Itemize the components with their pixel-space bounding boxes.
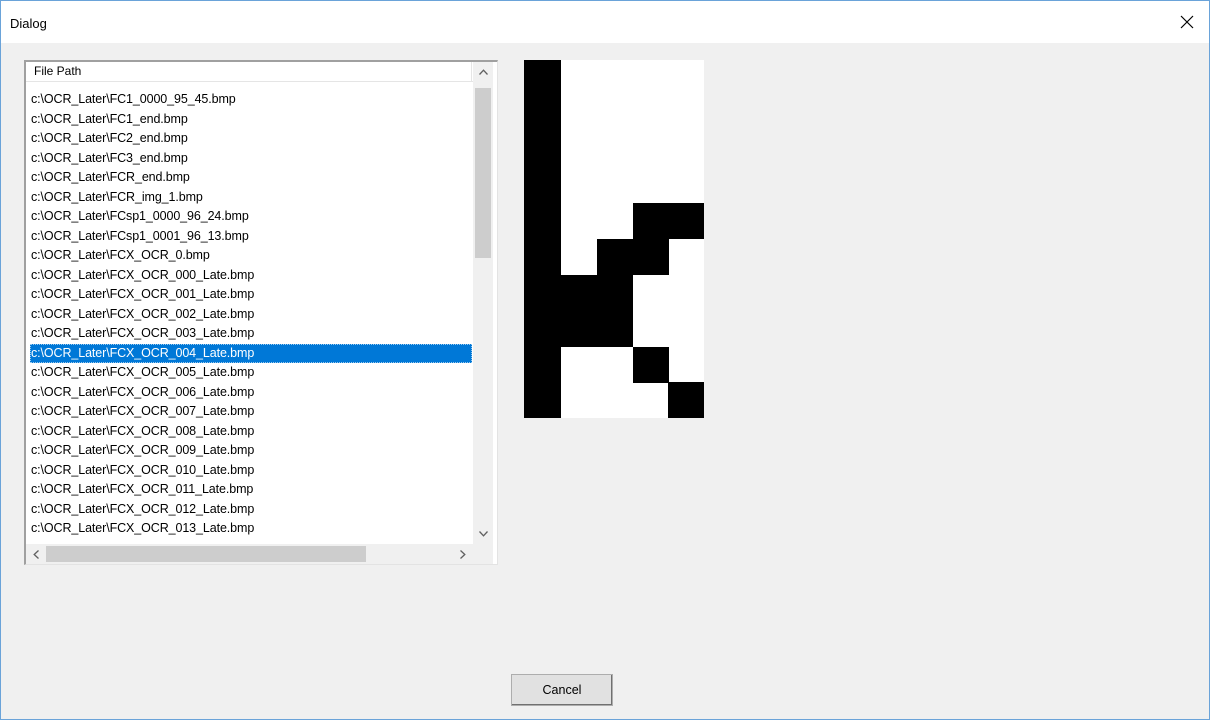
list-item[interactable]: c:\OCR_Later\FCX_OCR_002_Late.bmp — [30, 305, 472, 325]
list-item[interactable]: c:\OCR_Later\FCsp1_0001_96_13.bmp — [30, 227, 472, 247]
list-item[interactable]: c:\OCR_Later\FCX_OCR_009_Late.bmp — [30, 441, 472, 461]
list-item[interactable]: c:\OCR_Later\FC1_0000_95_45.bmp — [30, 90, 472, 110]
glyph-pixel-block — [668, 382, 704, 418]
window-title: Dialog — [10, 16, 47, 31]
list-item[interactable]: c:\OCR_Later\FCX_OCR_011_Late.bmp — [30, 480, 472, 500]
list-item[interactable]: c:\OCR_Later\FCX_OCR_008_Late.bmp — [30, 422, 472, 442]
list-item[interactable]: c:\OCR_Later\FCsp1_0000_96_24.bmp — [30, 207, 472, 227]
chevron-up-icon — [478, 69, 488, 75]
chevron-left-icon — [33, 549, 39, 559]
list-item[interactable]: c:\OCR_Later\FCX_OCR_005_Late.bmp — [30, 363, 472, 383]
chevron-down-icon — [478, 531, 488, 537]
list-item[interactable]: c:\OCR_Later\FCX_OCR_012_Late.bmp — [30, 500, 472, 520]
chevron-right-icon — [460, 549, 466, 559]
vertical-scrollbar[interactable] — [473, 62, 493, 544]
scroll-left-button[interactable] — [26, 544, 46, 564]
glyph-pixel-block — [633, 347, 669, 383]
dialog-window: Dialog File Path c:\OCR_Later\FC1_0000_9… — [0, 0, 1210, 720]
list-item[interactable]: c:\OCR_Later\FC1_end.bmp — [30, 110, 472, 130]
glyph-preview-image — [524, 60, 704, 418]
list-item[interactable]: c:\OCR_Later\FCX_OCR_004_Late.bmp — [30, 343, 472, 363]
list-item[interactable]: c:\OCR_Later\FCX_OCR_000_Late.bmp — [30, 266, 472, 286]
close-button[interactable] — [1165, 1, 1209, 43]
cancel-button[interactable]: Cancel — [511, 674, 613, 706]
scroll-up-button[interactable] — [473, 62, 493, 82]
glyph-pixel-block — [524, 60, 561, 418]
title-bar: Dialog — [1, 1, 1209, 43]
column-header-file-path[interactable]: File Path — [26, 62, 472, 81]
scroll-down-button[interactable] — [473, 524, 493, 544]
file-path-list[interactable]: File Path c:\OCR_Later\FC1_0000_95_45.bm… — [24, 60, 498, 565]
list-item[interactable]: c:\OCR_Later\FCX_OCR_003_Late.bmp — [30, 324, 472, 344]
vertical-scroll-thumb[interactable] — [475, 88, 491, 258]
list-item[interactable]: c:\OCR_Later\FC3_end.bmp — [30, 149, 472, 169]
glyph-pixel-block — [597, 239, 669, 275]
scrollbar-corner — [473, 544, 493, 564]
list-item[interactable]: c:\OCR_Later\FCX_OCR_006_Late.bmp — [30, 383, 472, 403]
list-item[interactable]: c:\OCR_Later\FCX_OCR_007_Late.bmp — [30, 402, 472, 422]
list-item[interactable]: c:\OCR_Later\FCR_img_1.bmp — [30, 188, 472, 208]
list-item[interactable]: c:\OCR_Later\FCX_OCR_013_Late.bmp — [30, 519, 472, 539]
list-item[interactable]: c:\OCR_Later\FCR_end.bmp — [30, 168, 472, 188]
list-item[interactable]: c:\OCR_Later\FCX_OCR_010_Late.bmp — [30, 461, 472, 481]
list-rows: c:\OCR_Later\FC1_0000_95_45.bmp c:\OCR_La… — [30, 90, 472, 539]
list-item[interactable]: c:\OCR_Later\FCX_OCR_0.bmp — [30, 246, 472, 266]
glyph-pixel-block — [561, 275, 633, 347]
horizontal-scrollbar[interactable] — [26, 544, 473, 564]
scroll-right-button[interactable] — [453, 544, 473, 564]
list-header: File Path — [26, 62, 474, 82]
glyph-pixel-block — [633, 203, 704, 239]
close-icon — [1180, 15, 1194, 29]
horizontal-scroll-thumb[interactable] — [46, 546, 366, 562]
list-item[interactable]: c:\OCR_Later\FC2_end.bmp — [30, 129, 472, 149]
list-item[interactable]: c:\OCR_Later\FCX_OCR_001_Late.bmp — [30, 285, 472, 305]
